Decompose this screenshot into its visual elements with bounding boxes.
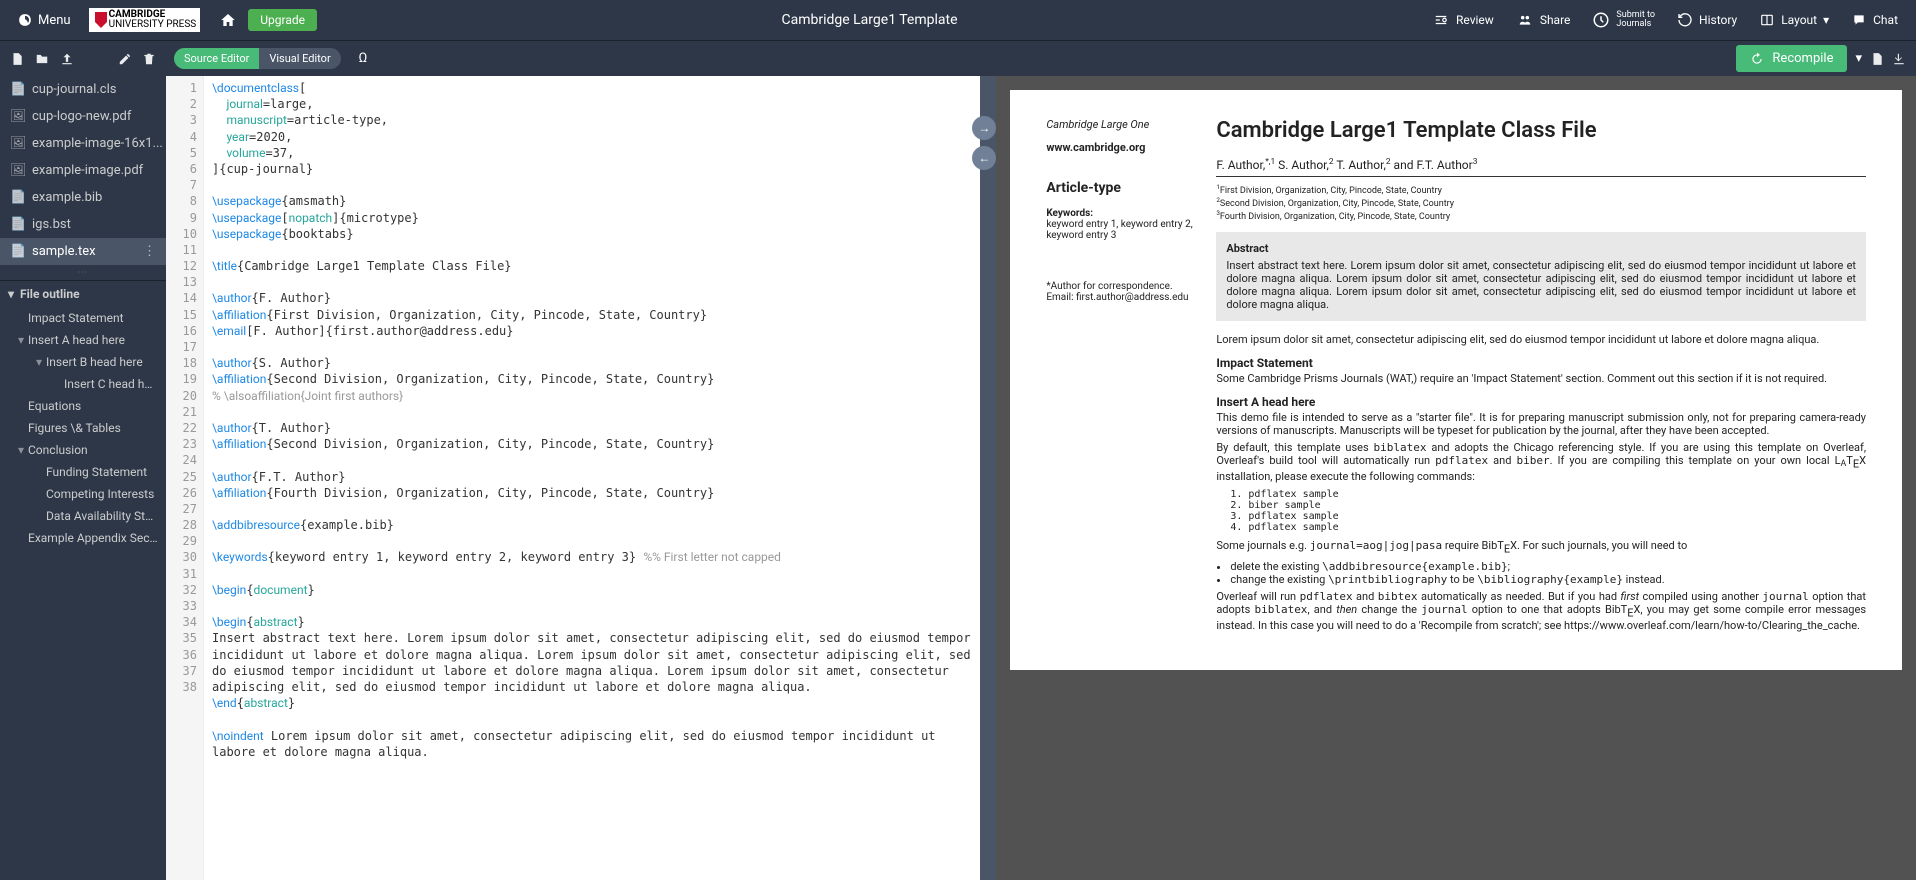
pdf-website: www.cambridge.org [1046, 141, 1196, 154]
editor-mode-toggle: Source Editor Visual Editor [174, 48, 341, 69]
file-item[interactable]: 🖼example-image-16x1... [0, 130, 166, 157]
image-icon: 🖼 [10, 163, 24, 178]
outline-item[interactable]: ▾Insert B head here [0, 351, 166, 373]
editor-pane: 1234567891011121314151617181920212223242… [166, 76, 980, 880]
pdf-preview-pane[interactable]: Cambridge Large One www.cambridge.org Ar… [996, 76, 1916, 880]
file-icon: 📄 [10, 217, 24, 232]
file-item[interactable]: 📄cup-journal.cls [0, 76, 166, 103]
file-icon: 📄 [10, 190, 24, 205]
chat-icon [1851, 13, 1867, 27]
file-menu-icon[interactable]: ⋮ [143, 244, 156, 259]
home-button[interactable] [208, 12, 248, 28]
layout-button[interactable]: Layout ▾ [1749, 13, 1839, 27]
outline-item[interactable]: Impact Statement [0, 307, 166, 329]
outline-item[interactable]: Equations [0, 395, 166, 417]
pdf-keywords: keyword entry 1, keyword entry 2, keywor… [1046, 219, 1196, 241]
pdf-journal-name: Cambridge Large One [1046, 118, 1196, 131]
pdf-correspondence: *Author for correspondence. Email: first… [1046, 281, 1196, 303]
submit-button[interactable]: Submit toJournals [1582, 11, 1665, 29]
layout-icon [1759, 13, 1775, 27]
file-item[interactable]: 📄sample.tex⋮ [0, 238, 166, 265]
toolbar: Source Editor Visual Editor Ω Recompile … [0, 40, 1916, 76]
outline-item[interactable]: ▾Insert A head here [0, 329, 166, 351]
share-button[interactable]: Share [1506, 13, 1581, 27]
outline-item[interactable]: Example Appendix Section [0, 527, 166, 549]
upgrade-button[interactable]: Upgrade [248, 9, 317, 31]
new-folder-button[interactable] [34, 52, 50, 66]
shield-icon [93, 10, 109, 30]
file-item[interactable]: 📄igs.bst [0, 211, 166, 238]
review-icon [1432, 13, 1450, 27]
pdf-title: Cambridge Large1 Template Class File [1216, 118, 1866, 143]
file-tree-panel: 📄cup-journal.cls🖼cup-logo-new.pdf🖼exampl… [0, 76, 166, 880]
outline-item[interactable]: Funding Statement [0, 461, 166, 483]
image-icon: 🖼 [10, 136, 24, 151]
outline-item[interactable]: Data Availability Stat... [0, 505, 166, 527]
file-outline-header[interactable]: ▾File outline [0, 281, 166, 307]
outline-item[interactable]: Figures \& Tables [0, 417, 166, 439]
file-item[interactable]: 🖼cup-logo-new.pdf [0, 103, 166, 130]
line-gutter: 1234567891011121314151617181920212223242… [166, 76, 204, 880]
menu-label: Menu [38, 13, 71, 28]
download-pdf-button[interactable] [1892, 52, 1906, 66]
outline-item[interactable]: Competing Interests [0, 483, 166, 505]
chat-button[interactable]: Chat [1841, 13, 1908, 27]
project-title: Cambridge Large1 Template [317, 12, 1422, 28]
history-icon [1677, 12, 1693, 28]
file-icon: 📄 [10, 244, 24, 259]
new-file-button[interactable] [10, 52, 24, 66]
history-button[interactable]: History [1667, 12, 1747, 28]
file-icon: 📄 [10, 82, 24, 97]
image-icon: 🖼 [10, 109, 24, 124]
review-button[interactable]: Review [1422, 13, 1504, 27]
publisher-logo[interactable]: CAMBRIDGEUNIVERSITY PRESS [89, 8, 201, 32]
upload-button[interactable] [60, 52, 74, 66]
chevron-down-icon: ▾ [1823, 13, 1829, 27]
panel-resize-handle[interactable]: ⋯ [0, 265, 166, 280]
recompile-button[interactable]: Recompile [1736, 45, 1847, 72]
sync-to-code-button[interactable]: ← [972, 146, 996, 170]
delete-button[interactable] [142, 52, 156, 66]
pdf-article-type: Article-type [1046, 180, 1196, 196]
refresh-icon [1750, 52, 1764, 66]
file-outline-panel: ▾File outline Impact Statement▾Insert A … [0, 280, 166, 880]
pdf-authors: F. Author,*,1 S. Author,2 T. Author,2 an… [1216, 157, 1866, 177]
file-item[interactable]: 🖼example-image.pdf [0, 157, 166, 184]
pdf-affiliations: 1First Division, Organization, City, Pin… [1216, 183, 1866, 222]
recompile-dropdown[interactable]: ▾ [1855, 51, 1862, 66]
pdf-page: Cambridge Large One www.cambridge.org Ar… [1010, 90, 1902, 670]
file-item[interactable]: 📄example.bib [0, 184, 166, 211]
symbol-palette-button[interactable]: Ω [349, 51, 378, 66]
logs-button[interactable] [1870, 52, 1884, 66]
visual-editor-tab[interactable]: Visual Editor [259, 48, 340, 69]
rename-button[interactable] [118, 52, 132, 66]
home-icon [220, 12, 236, 28]
share-icon [1516, 13, 1534, 27]
pdf-abstract: Insert abstract text here. Lorem ipsum d… [1226, 259, 1856, 311]
overleaf-icon [18, 13, 32, 27]
menu-button[interactable]: Menu [8, 13, 81, 28]
outline-item[interactable]: Insert C head here [0, 373, 166, 395]
sync-to-pdf-button[interactable]: → [972, 116, 996, 140]
pdf-intro: Lorem ipsum dolor sit amet, consectetur … [1216, 333, 1866, 346]
source-editor-tab[interactable]: Source Editor [174, 48, 259, 69]
outline-item[interactable]: ▾Conclusion [0, 439, 166, 461]
pane-divider[interactable]: → ← [980, 76, 996, 880]
code-editor[interactable]: \documentclass[ journal=large, manuscrip… [204, 76, 980, 880]
topbar: Menu CAMBRIDGEUNIVERSITY PRESS Upgrade C… [0, 0, 1916, 40]
submit-icon [1592, 11, 1610, 29]
